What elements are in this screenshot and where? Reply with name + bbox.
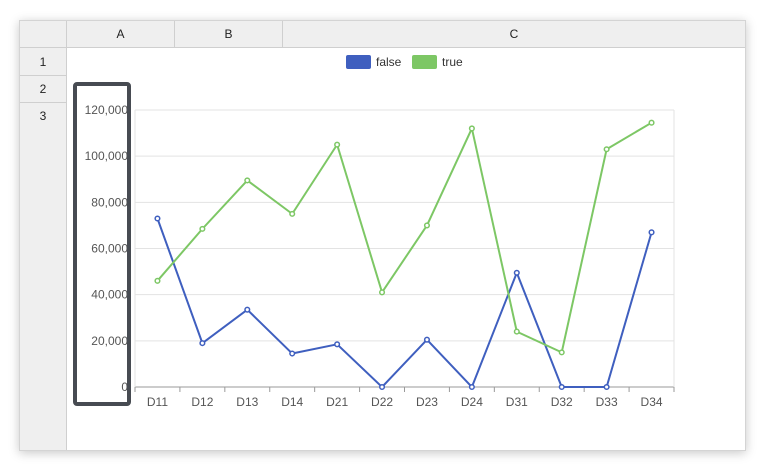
data-point-true [603,146,610,153]
x-tick-label: D31 [506,395,528,409]
legend-label-false: false [376,55,402,69]
data-point-false [289,350,296,357]
data-point-true [289,210,296,217]
data-point-false [244,306,251,313]
x-tick-label: D11 [147,395,168,409]
legend-label-true: true [442,55,463,69]
data-point-true [244,177,251,184]
legend-swatch-false [346,55,371,69]
x-tick-label: D33 [596,395,618,409]
data-point-false [468,383,475,391]
data-point-false [199,340,206,347]
data-point-true [513,328,520,335]
x-tick-label: D12 [191,395,213,409]
chart-legend: false true [346,55,463,69]
y-tick-label: 100,000 [85,149,129,163]
x-tick-label: D13 [236,395,258,409]
y-tick-label: 60,000 [91,242,128,256]
data-point-true [154,277,161,284]
data-point-true [468,125,475,132]
y-tick-label: 20,000 [91,334,128,348]
data-point-false [648,229,655,236]
x-tick-label: D22 [371,395,393,409]
data-point-true [199,225,206,232]
data-point-true [334,141,341,148]
data-point-false [558,383,565,391]
x-tick-label: D23 [416,395,438,409]
data-point-true [648,119,655,126]
data-point-false [513,269,520,276]
x-tick-label: D21 [326,395,348,409]
data-point-false [334,341,341,348]
data-point-false [154,215,161,222]
chart-axes: 020,00040,00060,00080,000100,000120,000D… [85,103,675,409]
y-tick-label: 80,000 [91,195,128,209]
chart-series [154,119,655,391]
series-line-true [156,121,653,354]
data-point-false [378,383,386,391]
y-tick-label: 120,000 [85,103,129,117]
y-tick-label: 40,000 [91,288,128,302]
line-chart: 020,00040,00060,00080,000100,000120,000D… [73,55,675,409]
x-tick-label: D34 [641,395,663,409]
x-tick-label: D24 [461,395,483,409]
data-point-true [378,289,386,296]
data-point-true [423,222,431,229]
data-point-false [423,336,431,343]
x-tick-label: D32 [551,395,573,409]
spreadsheet: A B C 1 2 3 0 20,000 40,000 60,000 80,000 100… [19,20,746,451]
data-point-true [558,349,565,356]
series-line-false [156,218,653,388]
x-tick-label: D14 [281,395,303,409]
chart-grid [134,109,675,388]
legend-swatch-true [412,55,437,69]
data-point-false [603,383,610,391]
